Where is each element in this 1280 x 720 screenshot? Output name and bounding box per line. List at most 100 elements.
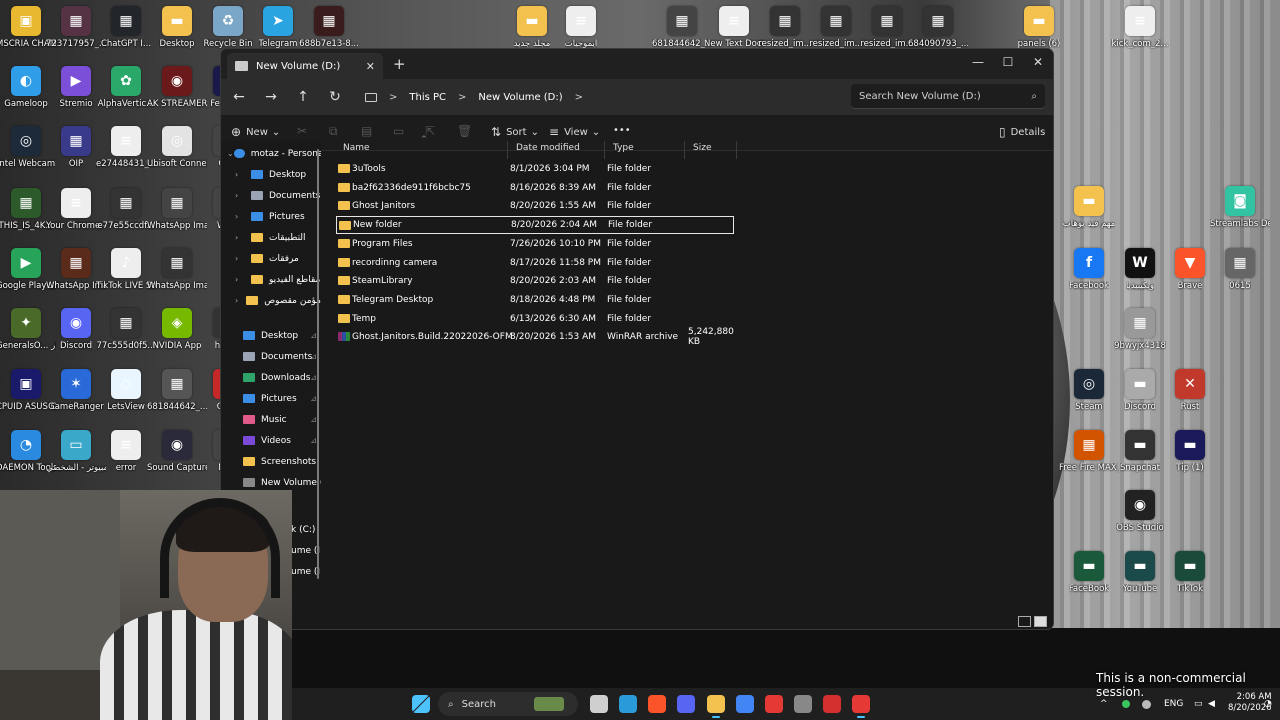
desktop-shortcut[interactable]: ▦ Free Fire MAX متجر [1059,430,1119,473]
desktop-shortcut[interactable]: ◐ Gameloop [0,66,52,109]
taskbar-search-input[interactable] [461,698,532,710]
desktop-shortcut[interactable]: ▶ Stremio [50,66,102,109]
chevron-right-icon[interactable]: › [235,233,245,242]
desktop-shortcut[interactable]: ▬ Snapchat [1114,430,1166,473]
desktop-shortcut[interactable]: ▬ panels (6) [1013,6,1065,49]
desktop-shortcut[interactable]: ▬ Desktop [151,6,203,49]
desktop-shortcut[interactable]: ▣MSCRIA CHAMELEON [0,6,56,49]
maximize-button[interactable]: ☐ [993,51,1023,73]
close-tab-icon[interactable]: ✕ [366,60,375,73]
taskbar-discord-icon[interactable] [677,695,695,713]
desktop-shortcut[interactable]: ▬ Tip (1) [1164,430,1216,473]
view-button[interactable]: ≡ View ⌄ [549,125,600,139]
desktop-shortcut[interactable]: ▬ Discord [1114,369,1166,412]
file-row[interactable]: Program Files 7/26/2026 10:10 PM File fold… [336,235,734,253]
desktop-shortcut[interactable]: ♻ Recycle Bin [202,6,254,49]
tab-new-volume[interactable]: New Volume (D:) ✕ [227,53,383,79]
nav-item-1[interactable]: › Documents [221,185,321,206]
file-row[interactable]: Telegram Desktop 8/18/2026 4:48 PM File fo… [336,291,734,309]
desktop-shortcut[interactable]: ▬ YouTube [1114,551,1166,594]
nav-onedrive[interactable]: ⌄ motaz - Persona [221,143,321,164]
taskbar-app-red-icon[interactable] [765,695,783,713]
desktop-shortcut[interactable]: ✶ GameRanger [48,369,104,412]
chevron-right-icon[interactable]: › [235,275,245,284]
breadcrumb-this-pc[interactable]: This PC [409,92,446,103]
column-header-type[interactable]: Type [605,141,685,159]
close-window-button[interactable]: ✕ [1023,51,1053,73]
desktop-shortcut[interactable]: ▦WhatsApp Image 2026... [46,248,106,291]
file-row[interactable]: recordinng camera 8/17/2026 11:58 PM File … [336,254,734,272]
sort-button[interactable]: ⇅ Sort ⌄ [491,125,539,139]
desktop-shortcut[interactable]: W ويكيبيديا [1114,248,1166,291]
taskbar-recorder-icon[interactable] [852,695,870,718]
new-tab-button[interactable]: + [393,55,406,73]
taskbar-brave-icon[interactable] [648,695,666,713]
breadcrumb-separator[interactable]: > [575,92,583,103]
search-input[interactable] [859,90,1032,102]
desktop-shortcut[interactable]: ▦ 9bwyjx4318 [1114,308,1166,351]
chevron-right-icon[interactable]: › [235,170,245,179]
search-icon[interactable]: ⌕ [1031,91,1037,102]
chevron-right-icon[interactable]: › [235,212,245,221]
desktop-shortcut[interactable]: ✿ AlphaVertic... [98,66,154,109]
chevron-right-icon[interactable]: › [235,191,245,200]
desktop-shortcut[interactable]: ▦ THIS_IS_4K... [0,188,54,231]
desktop-shortcut[interactable]: ▬ مجلد جديد [506,6,558,49]
details-view-icon[interactable] [1018,616,1031,627]
desktop-shortcut[interactable]: ▬ مهم فيد يوهات [1063,186,1115,229]
forward-button[interactable]: → [255,89,287,105]
desktop-shortcut[interactable]: ≡Your Chrome - Chrome [46,188,106,231]
desktop-shortcut[interactable]: ◔DAEMON Tools Lite [0,430,56,473]
file-row[interactable]: ba2f62336de911f6bcbc75 8/16/2026 8:39 AM F… [336,179,734,197]
nav-scrollbar[interactable] [317,149,319,579]
chevron-down-icon[interactable]: ⌄ [227,149,234,158]
desktop-shortcut[interactable]: ◙ Streamlabs Desktop [1210,186,1270,229]
desktop-shortcut[interactable]: ♪TikTok LIVE Studio [96,248,156,291]
desktop-shortcut[interactable]: ▦ resized_im... [758,6,812,49]
desktop-shortcut[interactable]: ≡ error [100,430,152,473]
desktop-shortcut[interactable]: ▬ FaceBook [1063,551,1115,594]
taskbar-steam-like-icon[interactable] [794,695,812,713]
desktop-shortcut[interactable]: ▦ resized_im... [809,6,863,49]
taskbar-edge-icon[interactable] [619,695,637,713]
more-options-button[interactable]: ••• [613,125,631,136]
quick-access-item-3[interactable]: Pictures ⊿ [221,388,321,409]
desktop-shortcut[interactable]: ◎ Intel Webcam [0,126,55,169]
desktop-shortcut[interactable]: ◇ LetsView [100,369,152,412]
desktop-shortcut[interactable]: ▦ 723717957_... [46,6,106,49]
desktop-shortcut[interactable]: ▦ OIP [50,126,102,169]
quick-access-item-1[interactable]: Documents ⊿ [221,346,321,367]
desktop-shortcut[interactable]: ≡ e27448431_... [96,126,156,169]
quick-access-item-6[interactable]: Screenshots [221,451,321,472]
desktop-shortcut[interactable]: ▦ resized_im... [860,6,914,49]
quick-access-item-0[interactable]: Desktop ⊿ [221,325,321,346]
taskbar-chrome-icon[interactable] [736,695,754,713]
desktop-shortcut[interactable]: ▦ 77c555d0f5... [96,308,156,351]
desktop-shortcut[interactable]: ◉ OBS Studio [1114,490,1166,533]
desktop-shortcut[interactable]: f Facebook [1063,248,1115,291]
minimize-button[interactable]: — [963,51,993,73]
file-row[interactable]: 3uTools 8/1/2026 3:04 PM File folder [336,160,734,178]
address-bar[interactable]: > This PC > New Volume (D:) > [355,85,843,109]
nav-item-4[interactable]: › مرفقات [221,248,321,269]
file-row[interactable]: Temp 6/13/2026 6:30 AM File folder [336,310,734,328]
desktop-shortcut[interactable]: ▦ 684090793_... [908,6,968,49]
desktop-shortcut[interactable]: ▭ هذا الكمبيوتر - الشخصي ... [46,430,106,473]
desktop-shortcut[interactable]: ▼ Brave [1164,248,1216,291]
desktop-shortcut[interactable]: ✦ GeneralsO... اختصار - [0,308,56,351]
taskbar-file-explorer-icon[interactable] [707,695,725,718]
nav-item-3[interactable]: › التطبيقات [221,227,321,248]
desktop-shortcut[interactable]: ≡ ايموجيات [555,6,607,49]
refresh-button[interactable]: ↻ [319,89,351,105]
desktop-shortcut[interactable]: ◈ NVIDIA App [151,308,203,351]
desktop-shortcut[interactable]: ◉ Discord [50,308,102,351]
desktop-shortcut[interactable]: ≡New Text Document [704,6,764,49]
desktop-shortcut[interactable]: ▦ 681844642_... [147,369,207,412]
file-row[interactable]: Ghost Janitors 8/20/2026 1:55 AM File fold… [336,197,734,215]
taskbar-search[interactable]: ⌕ [438,692,578,716]
back-button[interactable]: ← [223,89,255,105]
tiles-view-icon[interactable] [1034,616,1047,627]
taskbar-task-view-icon[interactable] [590,695,608,713]
nav-item-2[interactable]: › Pictures [221,206,321,227]
desktop-shortcut[interactable]: ▦WhatsApp Image 2026... [147,248,207,291]
